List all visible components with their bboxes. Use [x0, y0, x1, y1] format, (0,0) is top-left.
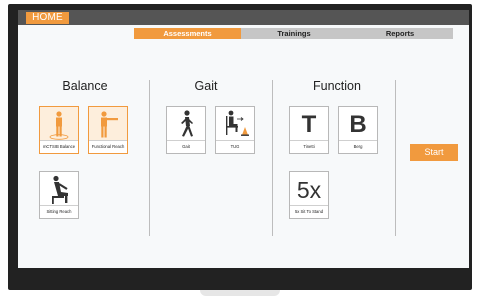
- card-berg[interactable]: B Berg: [338, 106, 378, 154]
- card-sitting-reach[interactable]: Sitting Reach: [39, 171, 79, 219]
- card-tinetti[interactable]: T Tinetti: [289, 106, 329, 154]
- card-label: TUG: [216, 140, 254, 153]
- card-functional-reach[interactable]: Functional Reach: [88, 106, 128, 154]
- card-tug[interactable]: TUG: [215, 106, 255, 154]
- tab-bar: Assessments Trainings Reports: [134, 28, 454, 39]
- tab-assessments[interactable]: Assessments: [134, 28, 241, 39]
- sit-walk-cone-icon: [216, 107, 254, 143]
- home-button[interactable]: HOME: [26, 12, 69, 24]
- tab-trainings[interactable]: Trainings: [241, 28, 347, 39]
- section-title-gait: Gait: [194, 79, 218, 93]
- card-gait[interactable]: Gait: [166, 106, 206, 154]
- reaching-person-icon: [89, 107, 127, 143]
- seated-person-icon: [40, 172, 78, 208]
- card-label: Sitting Reach: [40, 205, 78, 218]
- card-5x-sit-to-stand[interactable]: 5x 5x Sit To Stand: [289, 171, 329, 219]
- card-label: mCTSIB Balance: [40, 140, 78, 153]
- card-mctsib-balance[interactable]: mCTSIB Balance: [39, 106, 79, 154]
- card-label: Berg: [339, 140, 377, 153]
- divider: [272, 80, 273, 236]
- divider: [149, 80, 150, 236]
- start-button[interactable]: Start: [410, 144, 458, 161]
- card-label: Gait: [167, 140, 205, 153]
- section-title-balance: Balance: [62, 79, 108, 93]
- berg-icon: B: [349, 111, 367, 138]
- app-screen: HOME Assessments Trainings Reports Balan…: [18, 10, 469, 268]
- five-times-icon: 5x: [296, 176, 322, 203]
- section-title-function: Function: [313, 79, 361, 93]
- top-bar: HOME: [18, 10, 469, 25]
- standing-person-icon: [40, 107, 78, 143]
- card-label: Tinetti: [290, 140, 328, 153]
- divider: [395, 80, 396, 236]
- tab-reports[interactable]: Reports: [347, 28, 453, 39]
- tinetti-icon: T: [301, 111, 317, 138]
- card-label: 5x Sit To Stand: [290, 205, 328, 218]
- card-label: Functional Reach: [89, 140, 127, 153]
- device-stand: [200, 290, 280, 296]
- walking-person-icon: [167, 107, 205, 143]
